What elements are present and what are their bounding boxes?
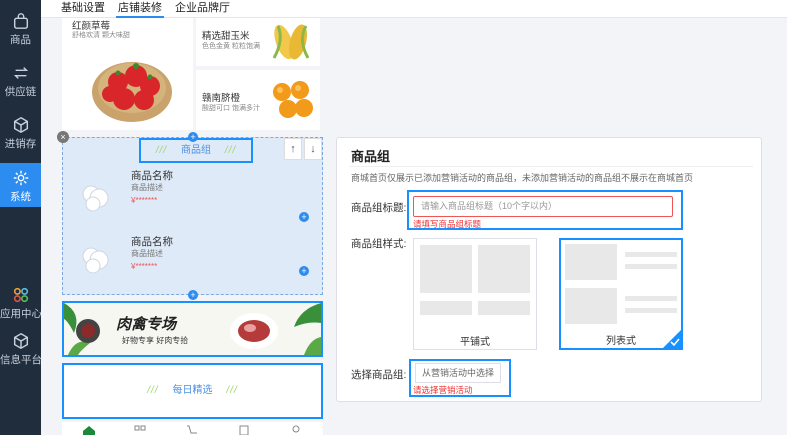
goods-group-title: 商品组 [181, 145, 211, 156]
leaf-decoration-icon [64, 303, 321, 355]
product-name: 精选甜玉米 [202, 31, 250, 42]
panel-title: 商品组 [351, 149, 391, 164]
title-input[interactable]: 请输入商品组标题（10个字以内） [413, 196, 673, 217]
decoration-slashes: /// [224, 145, 237, 156]
product-desc: 商品描述 [131, 249, 163, 258]
shopping-bag-icon [13, 13, 28, 29]
sidebar-item-supply[interactable]: 供应链 [0, 58, 41, 104]
close-icon[interactable]: × [57, 131, 69, 143]
top-tabs: 基础设置 店铺装修 企业品牌厅 [41, 0, 787, 18]
title-error: 请填写商品组标题 [413, 219, 482, 229]
sidebar-item-info[interactable]: 信息平台 [0, 326, 42, 372]
sidebar-item-label: 应用中心 [0, 308, 42, 320]
placeholder-line [625, 264, 677, 269]
home-icon[interactable] [82, 425, 96, 435]
product-name: 赣南脐橙 [202, 93, 241, 104]
decoration-slashes: /// [147, 385, 159, 396]
move-up-button[interactable]: ↑ [284, 138, 302, 160]
product-placeholder-icon [82, 247, 109, 274]
product-desc: 色色金黄 粒粒饱满 [202, 43, 260, 50]
product-placeholder-icon [82, 185, 109, 212]
placeholder-block [565, 288, 617, 324]
bottom-nav [62, 422, 323, 435]
sidebar-item-goods[interactable]: 商品 [0, 6, 41, 52]
app: 商品 供应链 进销存 系统 应用中心 信息平台 基础设置 店铺装修 企业品牌厅 [0, 0, 787, 435]
cube-icon [13, 332, 28, 350]
style-option-label: 平铺式 [460, 337, 490, 348]
strawberry-image [92, 62, 172, 122]
sidebar-item-label: 信息平台 [0, 354, 42, 366]
insert-above-icon[interactable]: + [188, 132, 198, 142]
decoration-slashes: /// [155, 145, 168, 156]
title-label: 商品组标题: [351, 202, 407, 214]
style-option-list[interactable]: 列表式 [559, 238, 683, 350]
decoration-slashes: /// [226, 385, 238, 396]
product-desc: 酸甜可口 饱满多汁 [202, 105, 260, 112]
select-error: 请选择营销活动 [413, 385, 473, 395]
gear-icon [13, 170, 28, 186]
placeholder-line [625, 252, 677, 257]
tab-store-decoration[interactable]: 店铺装修 [116, 0, 164, 18]
product-price: ¥******* [131, 262, 158, 271]
checkmark-icon [663, 330, 681, 348]
goods-group-module[interactable]: /// 商品组 /// 商品名称 商品描述 ¥******* + 商品名称 商品… [62, 137, 323, 295]
sidebar-item-inventory[interactable]: 进销存 [0, 110, 41, 156]
user-icon[interactable] [290, 425, 302, 435]
banner-title: 肉禽专场 [116, 316, 177, 333]
sidebar: 商品 供应链 进销存 系统 应用中心 信息平台 [0, 0, 42, 435]
add-icon[interactable]: + [299, 266, 309, 276]
select-label: 选择商品组: [351, 369, 407, 381]
placeholder-block [420, 301, 472, 315]
daily-selection-title: 每日精选 [172, 385, 213, 396]
daily-selection-module[interactable]: /// 每日精选 /// [62, 363, 323, 419]
style-label: 商品组样式: [351, 238, 407, 250]
sidebar-item-label: 商品 [10, 34, 31, 46]
product-desc: 舒格欢清 颗大味甜 [72, 32, 130, 39]
apps-icon [13, 287, 28, 303]
orange-image [273, 81, 313, 118]
panel-note: 商城首页仅展示已添加营销活动的商品组，未添加营销活动的商品组不展示在商城首页 [351, 173, 694, 183]
sidebar-item-label: 系统 [10, 191, 31, 203]
placeholder-line [625, 308, 677, 313]
product-price: ¥******* [131, 196, 158, 205]
goods-group-title-bar[interactable]: /// 商品组 /// [139, 138, 253, 163]
product-name: 商品名称 [131, 170, 173, 182]
product-name: 商品名称 [131, 236, 173, 248]
product-desc: 商品描述 [131, 183, 163, 192]
sidebar-item-label: 供应链 [4, 86, 37, 98]
placeholder-block [420, 245, 472, 293]
tab-basic-settings[interactable]: 基础设置 [59, 0, 107, 18]
style-option-tile[interactable]: 平铺式 [413, 238, 537, 350]
orders-icon[interactable] [238, 425, 250, 435]
sidebar-item-apps[interactable]: 应用中心 [0, 280, 42, 326]
category-icon[interactable] [134, 425, 146, 435]
placeholder-line [625, 296, 677, 301]
placeholder-block [478, 301, 530, 315]
product-card-corn[interactable]: 精选甜玉米 色色金黄 粒粒饱满 [196, 18, 320, 66]
tab-brand-hall[interactable]: 企业品牌厅 [173, 0, 232, 18]
sidebar-item-label: 进销存 [4, 138, 37, 150]
divider [349, 166, 753, 167]
move-down-button[interactable]: ↓ [304, 138, 322, 160]
insert-below-icon[interactable]: + [188, 290, 198, 300]
exchange-icon [13, 67, 28, 79]
placeholder-block [565, 244, 617, 280]
select-from-campaign-button[interactable]: 从营销活动中选择 [415, 363, 501, 383]
cart-icon[interactable] [186, 425, 198, 435]
sidebar-item-system[interactable]: 系统 [0, 163, 41, 207]
placeholder-block [478, 245, 530, 293]
inventory-icon [13, 116, 28, 134]
product-card-strawberry[interactable]: 红颜草莓 舒格欢清 颗大味甜 [62, 18, 193, 130]
meat-banner[interactable]: 肉禽专场 好物专享 好肉专拾 [62, 301, 323, 357]
banner-subtitle: 好物专享 好肉专拾 [122, 336, 189, 345]
product-card-orange[interactable]: 赣南脐橙 酸甜可口 饱满多汁 [196, 70, 320, 130]
add-icon[interactable]: + [299, 212, 309, 222]
goods-group-settings-panel: 商品组 商城首页仅展示已添加营销活动的商品组，未添加营销活动的商品组不展示在商城… [336, 137, 762, 402]
corn-image [272, 24, 310, 60]
